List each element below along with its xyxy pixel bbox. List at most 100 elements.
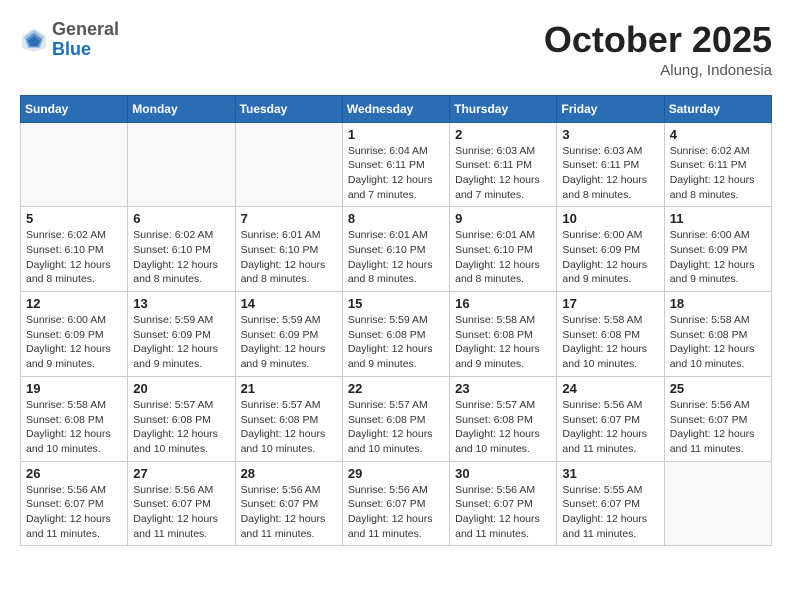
logo-blue: Blue xyxy=(52,39,91,59)
month-title: October 2025 xyxy=(544,20,772,60)
day-number: 26 xyxy=(26,466,122,481)
calendar-cell xyxy=(128,122,235,207)
calendar-cell: 26 Sunrise: 5:56 AM Sunset: 6:07 PM Dayli… xyxy=(21,461,128,546)
calendar-cell: 8 Sunrise: 6:01 AM Sunset: 6:10 PM Daylig… xyxy=(342,207,449,292)
day-number: 24 xyxy=(562,381,658,396)
day-number: 22 xyxy=(348,381,444,396)
calendar-cell: 7 Sunrise: 6:01 AM Sunset: 6:10 PM Daylig… xyxy=(235,207,342,292)
day-number: 13 xyxy=(133,296,229,311)
day-info: Sunrise: 5:58 AM Sunset: 6:08 PM Dayligh… xyxy=(670,313,766,372)
calendar-cell: 12 Sunrise: 6:00 AM Sunset: 6:09 PM Dayli… xyxy=(21,292,128,377)
days-header-row: SundayMondayTuesdayWednesdayThursdayFrid… xyxy=(21,95,772,122)
day-info: Sunrise: 5:56 AM Sunset: 6:07 PM Dayligh… xyxy=(241,483,337,542)
calendar-cell xyxy=(235,122,342,207)
day-number: 19 xyxy=(26,381,122,396)
calendar-cell: 18Sunrise: 5:58 AM Sunset: 6:08 PM Dayli… xyxy=(664,292,771,377)
day-info: Sunrise: 6:00 AM Sunset: 6:09 PM Dayligh… xyxy=(670,228,766,287)
day-header-friday: Friday xyxy=(557,95,664,122)
day-info: Sunrise: 5:58 AM Sunset: 6:08 PM Dayligh… xyxy=(562,313,658,372)
calendar-cell: 31 Sunrise: 5:55 AM Sunset: 6:07 PM Dayli… xyxy=(557,461,664,546)
week-row-4: 19Sunrise: 5:58 AM Sunset: 6:08 PM Dayli… xyxy=(21,376,772,461)
day-number: 25 xyxy=(670,381,766,396)
location: Alung, Indonesia xyxy=(544,62,772,79)
day-info: Sunrise: 5:56 AM Sunset: 6:07 PM Dayligh… xyxy=(670,398,766,457)
day-info: Sunrise: 5:57 AM Sunset: 6:08 PM Dayligh… xyxy=(455,398,551,457)
calendar-cell xyxy=(21,122,128,207)
day-info: Sunrise: 6:01 AM Sunset: 6:10 PM Dayligh… xyxy=(241,228,337,287)
day-number: 20 xyxy=(133,381,229,396)
day-number: 8 xyxy=(348,211,444,226)
day-number: 28 xyxy=(241,466,337,481)
day-info: Sunrise: 5:59 AM Sunset: 6:09 PM Dayligh… xyxy=(133,313,229,372)
calendar-cell: 4Sunrise: 6:02 AM Sunset: 6:11 PM Daylig… xyxy=(664,122,771,207)
week-row-1: 1 Sunrise: 6:04 AM Sunset: 6:11 PM Daylig… xyxy=(21,122,772,207)
day-info: Sunrise: 5:56 AM Sunset: 6:07 PM Dayligh… xyxy=(455,483,551,542)
day-info: Sunrise: 6:03 AM Sunset: 6:11 PM Dayligh… xyxy=(562,144,658,203)
day-number: 6 xyxy=(133,211,229,226)
logo-general: General xyxy=(52,19,119,39)
day-number: 16 xyxy=(455,296,551,311)
calendar-cell: 30 Sunrise: 5:56 AM Sunset: 6:07 PM Dayli… xyxy=(450,461,557,546)
day-number: 30 xyxy=(455,466,551,481)
day-number: 4 xyxy=(670,127,766,142)
day-number: 2 xyxy=(455,127,551,142)
title-block: October 2025 Alung, Indonesia xyxy=(544,20,772,79)
day-info: Sunrise: 6:01 AM Sunset: 6:10 PM Dayligh… xyxy=(348,228,444,287)
day-number: 31 xyxy=(562,466,658,481)
calendar-cell: 20 Sunrise: 5:57 AM Sunset: 6:08 PM Dayli… xyxy=(128,376,235,461)
day-info: Sunrise: 5:56 AM Sunset: 6:07 PM Dayligh… xyxy=(348,483,444,542)
calendar-cell: 3 Sunrise: 6:03 AM Sunset: 6:11 PM Daylig… xyxy=(557,122,664,207)
day-info: Sunrise: 5:59 AM Sunset: 6:09 PM Dayligh… xyxy=(241,313,337,372)
day-info: Sunrise: 6:03 AM Sunset: 6:11 PM Dayligh… xyxy=(455,144,551,203)
logo: General Blue xyxy=(20,20,119,60)
logo-text: General Blue xyxy=(52,20,119,60)
day-info: Sunrise: 5:55 AM Sunset: 6:07 PM Dayligh… xyxy=(562,483,658,542)
day-header-saturday: Saturday xyxy=(664,95,771,122)
calendar-cell: 13 Sunrise: 5:59 AM Sunset: 6:09 PM Dayli… xyxy=(128,292,235,377)
day-info: Sunrise: 5:56 AM Sunset: 6:07 PM Dayligh… xyxy=(133,483,229,542)
calendar-cell: 27Sunrise: 5:56 AM Sunset: 6:07 PM Dayli… xyxy=(128,461,235,546)
calendar-cell: 25 Sunrise: 5:56 AM Sunset: 6:07 PM Dayli… xyxy=(664,376,771,461)
day-info: Sunrise: 5:57 AM Sunset: 6:08 PM Dayligh… xyxy=(241,398,337,457)
day-info: Sunrise: 6:04 AM Sunset: 6:11 PM Dayligh… xyxy=(348,144,444,203)
calendar-table: SundayMondayTuesdayWednesdayThursdayFrid… xyxy=(20,95,772,547)
day-number: 5 xyxy=(26,211,122,226)
day-number: 1 xyxy=(348,127,444,142)
day-number: 3 xyxy=(562,127,658,142)
calendar-cell: 16 Sunrise: 5:58 AM Sunset: 6:08 PM Dayli… xyxy=(450,292,557,377)
week-row-2: 5 Sunrise: 6:02 AM Sunset: 6:10 PM Daylig… xyxy=(21,207,772,292)
calendar-cell: 1 Sunrise: 6:04 AM Sunset: 6:11 PM Daylig… xyxy=(342,122,449,207)
day-info: Sunrise: 5:58 AM Sunset: 6:08 PM Dayligh… xyxy=(455,313,551,372)
day-number: 7 xyxy=(241,211,337,226)
calendar-cell: 11 Sunrise: 6:00 AM Sunset: 6:09 PM Dayli… xyxy=(664,207,771,292)
day-info: Sunrise: 6:00 AM Sunset: 6:09 PM Dayligh… xyxy=(562,228,658,287)
calendar-cell: 2 Sunrise: 6:03 AM Sunset: 6:11 PM Daylig… xyxy=(450,122,557,207)
calendar-cell: 19Sunrise: 5:58 AM Sunset: 6:08 PM Dayli… xyxy=(21,376,128,461)
calendar-cell: 10Sunrise: 6:00 AM Sunset: 6:09 PM Dayli… xyxy=(557,207,664,292)
calendar-cell: 9 Sunrise: 6:01 AM Sunset: 6:10 PM Daylig… xyxy=(450,207,557,292)
day-info: Sunrise: 5:57 AM Sunset: 6:08 PM Dayligh… xyxy=(348,398,444,457)
calendar-cell: 15Sunrise: 5:59 AM Sunset: 6:08 PM Dayli… xyxy=(342,292,449,377)
calendar-cell: 29Sunrise: 5:56 AM Sunset: 6:07 PM Dayli… xyxy=(342,461,449,546)
day-header-wednesday: Wednesday xyxy=(342,95,449,122)
day-number: 9 xyxy=(455,211,551,226)
day-number: 21 xyxy=(241,381,337,396)
day-info: Sunrise: 6:02 AM Sunset: 6:10 PM Dayligh… xyxy=(133,228,229,287)
day-header-thursday: Thursday xyxy=(450,95,557,122)
day-info: Sunrise: 5:56 AM Sunset: 6:07 PM Dayligh… xyxy=(26,483,122,542)
day-number: 12 xyxy=(26,296,122,311)
calendar-cell: 14 Sunrise: 5:59 AM Sunset: 6:09 PM Dayli… xyxy=(235,292,342,377)
day-number: 23 xyxy=(455,381,551,396)
calendar-cell: 23 Sunrise: 5:57 AM Sunset: 6:08 PM Dayli… xyxy=(450,376,557,461)
day-info: Sunrise: 6:01 AM Sunset: 6:10 PM Dayligh… xyxy=(455,228,551,287)
day-number: 14 xyxy=(241,296,337,311)
calendar-cell: 17Sunrise: 5:58 AM Sunset: 6:08 PM Dayli… xyxy=(557,292,664,377)
day-number: 15 xyxy=(348,296,444,311)
day-header-sunday: Sunday xyxy=(21,95,128,122)
calendar-cell: 22 Sunrise: 5:57 AM Sunset: 6:08 PM Dayli… xyxy=(342,376,449,461)
day-number: 11 xyxy=(670,211,766,226)
day-header-tuesday: Tuesday xyxy=(235,95,342,122)
day-info: Sunrise: 6:00 AM Sunset: 6:09 PM Dayligh… xyxy=(26,313,122,372)
day-info: Sunrise: 5:57 AM Sunset: 6:08 PM Dayligh… xyxy=(133,398,229,457)
calendar-cell: 21 Sunrise: 5:57 AM Sunset: 6:08 PM Dayli… xyxy=(235,376,342,461)
